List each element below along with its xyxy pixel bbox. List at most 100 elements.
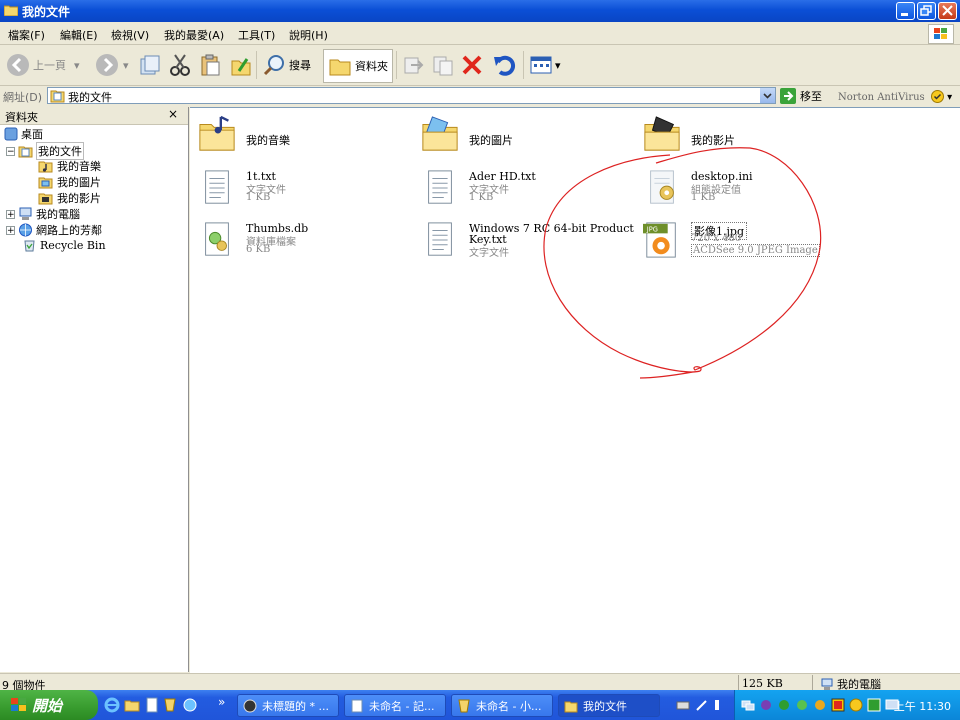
- paint-icon[interactable]: [162, 697, 178, 713]
- documents-folder-icon: [18, 146, 33, 158]
- internet-explorer-icon[interactable]: [104, 697, 120, 713]
- tree-item-my-pictures[interactable]: 我的圖片: [38, 174, 101, 190]
- norton-antivirus-toolbar[interactable]: Norton AntiVirus ▾: [838, 90, 952, 103]
- start-button[interactable]: 開始: [0, 690, 98, 720]
- taskbar: 開始 » 未標題的 * ... 未命名 - 記... 未命名 - 小... 我的…: [0, 690, 960, 720]
- network-icon[interactable]: [741, 698, 755, 712]
- toolbar: 上一頁 ▾ ▾ 搜尋 資料夾 ▾: [0, 45, 960, 86]
- pen-icon[interactable]: [695, 698, 709, 712]
- folder-pane-close-button[interactable]: ×: [168, 107, 178, 121]
- go-arrow-icon: [780, 88, 796, 104]
- tree-item-my-computer[interactable]: + 我的電腦: [6, 206, 80, 222]
- vc-icon[interactable]: [867, 698, 881, 712]
- menu-bar: 檔案(F) 編輯(E) 檢視(V) 我的最愛(A) 工具(T) 說明(H): [0, 22, 960, 45]
- copy-to-button[interactable]: [431, 45, 455, 85]
- menu-edit[interactable]: 編輯(E): [60, 27, 98, 43]
- paint-icon: [458, 699, 470, 712]
- menu-view[interactable]: 檢視(V): [111, 27, 149, 43]
- folder-icon: [564, 701, 578, 712]
- folder-icon[interactable]: [124, 697, 140, 713]
- zonealarm-icon[interactable]: [831, 698, 845, 712]
- notepad-icon[interactable]: [144, 697, 160, 713]
- views-button[interactable]: ▾: [529, 45, 561, 85]
- tree-item-my-music[interactable]: 我的音樂: [38, 158, 101, 174]
- tray-sync-icon[interactable]: [813, 698, 827, 712]
- tree-item-my-videos[interactable]: 我的影片: [38, 190, 101, 206]
- expand-icon[interactable]: +: [6, 225, 15, 235]
- folder-pane: 資料夾 × 桌面 − 我的文件 我的音樂 我的圖片 我的影片 + 我的電腦 + …: [0, 107, 189, 672]
- task-untitled-doc[interactable]: 未標題的 * ...: [237, 694, 339, 717]
- total-size: 125 KB: [742, 677, 783, 690]
- quicklaunch-chevron[interactable]: »: [218, 695, 225, 709]
- back-dropdown-icon: ▾: [74, 58, 80, 72]
- menu-tools[interactable]: 工具(T): [238, 27, 275, 43]
- menu-help[interactable]: 說明(H): [289, 27, 328, 43]
- folders-button[interactable]: 資料夾: [323, 49, 393, 83]
- computer-icon: [821, 678, 833, 690]
- documents-folder-icon: [50, 90, 65, 103]
- folder-icon: [4, 5, 18, 16]
- folder-icon: [329, 59, 351, 76]
- address-bar: 網址(D) 我的文件 移至 Norton AntiVirus ▾: [0, 86, 960, 106]
- paste-button[interactable]: [229, 45, 253, 85]
- copy-button[interactable]: [198, 45, 222, 85]
- keyboard-icon[interactable]: [676, 698, 690, 712]
- folder-pane-title: 資料夾: [5, 111, 38, 124]
- tray-shield-icon[interactable]: [777, 698, 791, 712]
- delete-button[interactable]: [460, 45, 484, 85]
- expand-icon[interactable]: +: [6, 209, 15, 219]
- windows-logo-icon: [928, 24, 954, 44]
- norton-shield-icon: [930, 90, 944, 103]
- back-arrow-icon: [7, 54, 29, 76]
- search-button[interactable]: 搜尋: [262, 45, 311, 85]
- tray-green-icon[interactable]: [795, 698, 809, 712]
- task-notepad[interactable]: 未命名 - 記...: [344, 694, 446, 717]
- move-icon: [404, 57, 424, 74]
- tree-item-recycle-bin[interactable]: Recycle Bin: [22, 238, 106, 252]
- window-title: 我的文件: [22, 5, 71, 19]
- close-button[interactable]: [938, 2, 957, 20]
- scissors-icon: [170, 54, 190, 76]
- tree-item-network-places[interactable]: + 網路上的芳鄰: [6, 222, 102, 238]
- address-input[interactable]: 我的文件: [47, 87, 776, 104]
- up-folder-button[interactable]: [138, 45, 162, 85]
- notepad-icon: [351, 699, 363, 712]
- ime-options-icon[interactable]: [712, 698, 722, 712]
- maximize-button[interactable]: [917, 2, 936, 20]
- title-bar[interactable]: 我的文件: [0, 0, 960, 22]
- cut-button[interactable]: [168, 45, 192, 85]
- address-dropdown-button[interactable]: [760, 88, 775, 103]
- app-icon: [243, 699, 257, 712]
- minimize-icon: [901, 13, 908, 16]
- collapse-icon[interactable]: −: [6, 146, 15, 156]
- move-to-button[interactable]: [401, 45, 425, 85]
- system-tray: 上午 11:30: [734, 690, 960, 720]
- up-folder-icon: [140, 55, 160, 75]
- recycle-bin-icon: [24, 240, 35, 252]
- minimize-button[interactable]: [896, 2, 915, 20]
- norton-tray-icon[interactable]: [849, 698, 863, 712]
- views-icon: [530, 56, 552, 74]
- views-dropdown-icon: ▾: [555, 58, 561, 72]
- videos-folder-icon: [38, 193, 53, 205]
- forward-arrow-icon: [96, 54, 118, 76]
- status-bar: 9 個物件 125 KB 我的電腦: [0, 673, 960, 692]
- task-my-documents[interactable]: 我的文件: [558, 694, 660, 717]
- back-button[interactable]: 上一頁 ▾: [6, 45, 80, 85]
- browser-icon[interactable]: [182, 697, 198, 713]
- task-paint[interactable]: 未命名 - 小...: [451, 694, 553, 717]
- restore-icon: [920, 5, 932, 16]
- address-label: 網址(D): [3, 91, 43, 104]
- undo-button[interactable]: [492, 45, 516, 85]
- menu-favorites[interactable]: 我的最愛(A): [164, 27, 224, 43]
- forward-button[interactable]: ▾: [95, 45, 129, 85]
- tray-app-icon[interactable]: [759, 698, 773, 712]
- computer-icon: [19, 207, 32, 220]
- desktop-icon: [4, 127, 18, 141]
- chevron-down-icon: [763, 93, 772, 99]
- tree-item-desktop[interactable]: 桌面: [4, 126, 43, 142]
- go-button[interactable]: 移至: [780, 88, 822, 104]
- red-circle-annotation: [543, 147, 822, 379]
- windows-flag-icon: [11, 698, 26, 711]
- menu-file[interactable]: 檔案(F): [8, 27, 45, 43]
